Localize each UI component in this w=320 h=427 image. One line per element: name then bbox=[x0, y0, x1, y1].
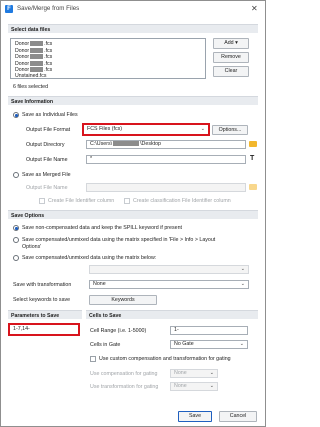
keywords-label: Select keywords to save bbox=[13, 297, 71, 303]
merged-file-label: Save as Merged File bbox=[22, 172, 71, 178]
custom-gating-label: Use custom compensation and transformati… bbox=[99, 356, 231, 362]
trans-gating-select[interactable]: None ⌄ bbox=[170, 382, 218, 391]
options-button[interactable]: Options... bbox=[212, 125, 248, 135]
folder-icon[interactable] bbox=[249, 141, 257, 147]
output-format-select[interactable]: FCS Files (fcs) ⌄ bbox=[82, 123, 210, 136]
chevron-down-icon: ⌄ bbox=[239, 341, 244, 347]
files-selected-count: 6 files selected bbox=[13, 84, 49, 90]
chevron-down-icon: ⌄ bbox=[209, 383, 214, 389]
chevron-down-icon: ⌄ bbox=[209, 370, 214, 376]
comp-gating-select[interactable]: None ⌄ bbox=[170, 369, 218, 378]
individual-files-radio[interactable] bbox=[13, 112, 19, 118]
cells-in-gate-select[interactable]: No Gate ⌄ bbox=[170, 340, 248, 349]
output-filename-input[interactable]: * bbox=[86, 155, 246, 164]
add-button[interactable]: Add ▾ bbox=[213, 38, 249, 49]
section-cells-to-save: Cells to Save bbox=[86, 310, 258, 319]
section-title: Save Options bbox=[11, 212, 45, 219]
section-title: Parameters to Save bbox=[11, 312, 60, 319]
list-item[interactable]: Donor .fcs bbox=[15, 60, 52, 67]
merged-filename-label: Output File Name bbox=[26, 185, 68, 191]
redacted-region bbox=[30, 67, 44, 72]
save-button[interactable]: Save bbox=[178, 411, 212, 422]
compensated-layout-label-cont: Options' bbox=[22, 244, 42, 250]
list-item[interactable]: Donor .fcs bbox=[15, 47, 52, 54]
section-title: Select data files bbox=[11, 26, 51, 33]
output-filename-label: Output File Name bbox=[26, 157, 68, 163]
comp-gating-label: Use compensation for gating bbox=[90, 371, 158, 377]
matrix-select[interactable]: ⌄ bbox=[89, 265, 249, 274]
compensated-layout-radio[interactable] bbox=[13, 237, 19, 243]
list-item[interactable]: Donor .fcs bbox=[15, 41, 52, 47]
file-listbox[interactable]: Donor .fcs Donor .fcs Donor .fcs Donor .fcs … bbox=[10, 38, 206, 79]
output-directory-input[interactable]: C:\Users\ \Desktop bbox=[86, 140, 246, 149]
merged-file-radio[interactable] bbox=[13, 172, 19, 178]
remove-button[interactable]: Remove bbox=[213, 52, 249, 63]
section-parameters-to-save: Parameters to Save bbox=[8, 310, 82, 319]
app-icon: F bbox=[5, 5, 13, 13]
custom-gating-checkbox[interactable] bbox=[90, 356, 96, 362]
trans-gating-label: Use transformation for gating bbox=[90, 384, 159, 390]
list-item[interactable]: Unstained.fcs bbox=[15, 73, 46, 79]
cell-range-input[interactable]: 1- bbox=[170, 326, 248, 335]
create-file-id-checkbox[interactable] bbox=[39, 198, 45, 204]
cell-range-label: Cell Range (i.e. 1-5000) bbox=[90, 328, 147, 334]
chevron-down-icon: ⌄ bbox=[240, 266, 245, 272]
redacted-region bbox=[30, 54, 44, 59]
section-save-information: Save Information bbox=[8, 96, 258, 105]
folder-icon[interactable] bbox=[249, 184, 257, 190]
create-class-file-id-checkbox[interactable] bbox=[124, 198, 130, 204]
keywords-button[interactable]: Keywords bbox=[89, 295, 157, 305]
clear-button[interactable]: Clear bbox=[213, 66, 249, 77]
cells-in-gate-label: Cells in Gate bbox=[90, 342, 121, 348]
redacted-region bbox=[30, 47, 44, 53]
list-item[interactable]: Donor .fcs bbox=[15, 54, 52, 60]
compensated-matrix-radio[interactable] bbox=[13, 255, 19, 261]
merged-filename-input[interactable] bbox=[86, 183, 246, 192]
create-class-file-id-label: Create classification File Identifier co… bbox=[133, 198, 231, 204]
create-file-id-label: Create File Identifier column bbox=[48, 198, 115, 204]
title-bar: F Save/Merge from Files ✕ bbox=[1, 1, 265, 17]
transformation-label: Save with transformation bbox=[13, 282, 72, 288]
non-compensated-label: Save non-compensated data and keep the S… bbox=[22, 225, 182, 231]
section-title: Cells to Save bbox=[89, 312, 122, 319]
parameters-input[interactable]: 1-7,14- bbox=[8, 323, 80, 336]
window-title: Save/Merge from Files bbox=[17, 5, 80, 12]
redacted-region bbox=[30, 60, 44, 66]
chevron-down-icon: ⌄ bbox=[200, 126, 205, 132]
compensated-matrix-label: Save compensated/unmixed data using the … bbox=[22, 255, 157, 261]
section-title: Save Information bbox=[11, 98, 54, 105]
chevron-down-icon: ▾ bbox=[235, 40, 238, 46]
transformation-select[interactable]: None ⌄ bbox=[89, 280, 249, 289]
redacted-region bbox=[30, 41, 44, 46]
close-icon[interactable]: ✕ bbox=[251, 4, 258, 13]
text-format-icon[interactable]: T bbox=[250, 155, 254, 162]
output-directory-label: Output Directory bbox=[26, 142, 65, 148]
output-format-label: Output File Format bbox=[26, 127, 71, 133]
redacted-region bbox=[113, 141, 140, 146]
section-save-options: Save Options bbox=[8, 210, 258, 219]
compensated-layout-label: Save compensated/unmixed data using the … bbox=[22, 237, 216, 243]
individual-files-label: Save as Individual Files bbox=[22, 112, 78, 118]
section-select-data-files: Select data files bbox=[8, 24, 258, 33]
cancel-button[interactable]: Cancel bbox=[219, 411, 257, 422]
chevron-down-icon: ⌄ bbox=[240, 281, 245, 287]
non-compensated-radio[interactable] bbox=[13, 225, 19, 231]
